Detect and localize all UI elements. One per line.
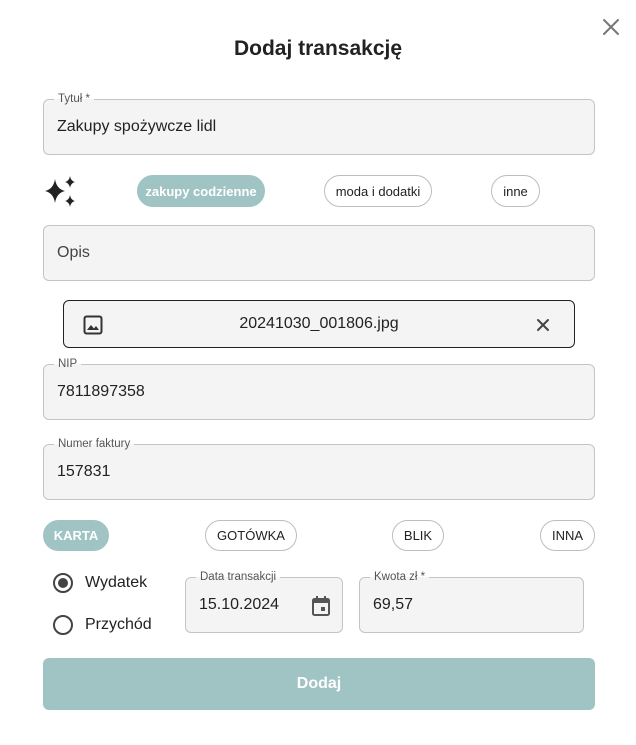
radio-expense-indicator[interactable] <box>53 573 73 593</box>
title-field[interactable]: Tytuł * Zakupy spożywcze lidl <box>43 92 595 155</box>
category-chip-fashion[interactable]: moda i dodatki <box>324 175 432 207</box>
remove-attachment-icon[interactable] <box>534 316 552 334</box>
invoice-number-field[interactable]: Numer faktury 157831 <box>43 437 595 500</box>
payment-chip-blik[interactable]: BLIK <box>392 520 444 551</box>
add-transaction-dialog: Dodaj transakcję Tytuł * Zakupy spożywcz… <box>0 0 636 745</box>
payment-chip-card[interactable]: KARTA <box>43 520 109 551</box>
amount-field[interactable]: Kwota zł * 69,57 <box>359 570 584 633</box>
description-placeholder: Opis <box>57 244 90 261</box>
transaction-date-field[interactable]: Data transakcji 15.10.2024 <box>185 570 343 633</box>
sparkles-icon[interactable] <box>43 175 79 209</box>
radio-income-label: Przychód <box>85 616 152 633</box>
radio-expense[interactable]: Wydatek <box>53 573 147 593</box>
title-field-value: Zakupy spożywcze lidl <box>57 118 217 135</box>
nip-field-value: 7811897358 <box>57 383 145 400</box>
nip-field[interactable]: NIP 7811897358 <box>43 357 595 420</box>
description-field[interactable]: Opis <box>43 225 595 281</box>
attachment-filename: 20241030_001806.jpg <box>239 315 399 332</box>
radio-income[interactable]: Przychód <box>53 615 152 635</box>
category-chip-other[interactable]: inne <box>491 175 540 207</box>
payment-chip-cash[interactable]: GOTÓWKA <box>205 520 297 551</box>
radio-expense-label: Wydatek <box>85 574 148 591</box>
payment-chip-other[interactable]: INNA <box>540 520 595 551</box>
attachment-box: 20241030_001806.jpg <box>63 300 575 348</box>
radio-income-indicator[interactable] <box>53 615 73 635</box>
calendar-icon[interactable] <box>311 595 331 617</box>
invoice-number-value: 157831 <box>57 463 111 480</box>
amount-field-value: 69,57 <box>373 596 414 613</box>
transaction-date-value: 15.10.2024 <box>199 596 280 613</box>
category-chip-daily-shopping[interactable]: zakupy codzienne <box>137 175 265 207</box>
dialog-title: Dodaj transakcję <box>233 37 403 60</box>
submit-button[interactable]: Dodaj <box>43 658 595 710</box>
